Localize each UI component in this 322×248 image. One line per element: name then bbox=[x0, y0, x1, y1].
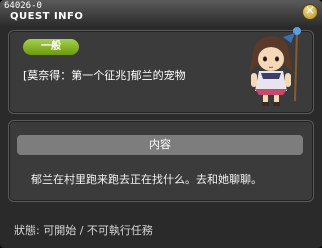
quest-description: 郁兰在村里跑来跑去正在找什么。去和她聊聊。 bbox=[31, 173, 262, 186]
window-title: QUEST INFO bbox=[10, 11, 84, 22]
close-icon[interactable] bbox=[302, 3, 318, 20]
content-header: 内容 bbox=[17, 135, 303, 155]
quest-status: 狀態: 可開始 / 不可執行任務 bbox=[14, 224, 153, 237]
quest-name: [莫奈得：第一个征兆]郁兰的宠物 bbox=[23, 69, 186, 82]
npc-portrait bbox=[249, 27, 301, 106]
category-badge: 一般 bbox=[23, 39, 79, 55]
quest-id-label: 64026-0 bbox=[4, 1, 42, 11]
quest-content-panel: 内容 郁兰在村里跑来跑去正在找什么。去和她聊聊。 bbox=[8, 120, 314, 202]
quest-info-window: 64026-0 QUEST INFO 一般 [莫奈得：第一个征兆]郁兰的宠物 bbox=[0, 0, 322, 248]
quest-summary-panel: 一般 [莫奈得：第一个征兆]郁兰的宠物 bbox=[8, 27, 314, 114]
